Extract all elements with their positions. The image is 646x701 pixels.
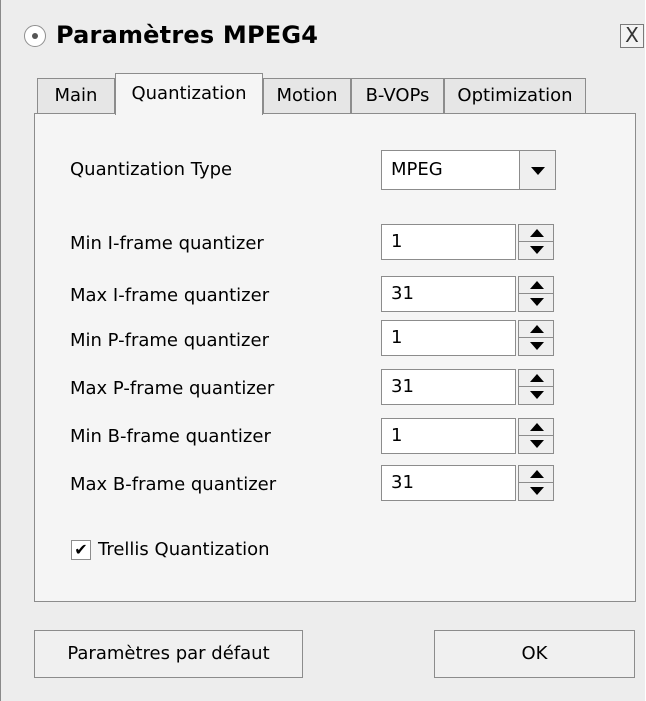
window-title: Paramètres MPEG4 <box>56 21 319 49</box>
min-i-frame-input[interactable]: 1 <box>381 224 516 260</box>
quantization-type-label: Quantization Type <box>70 159 233 180</box>
spin-down-icon[interactable] <box>518 242 554 260</box>
close-button[interactable]: X <box>620 24 644 48</box>
tab-motion[interactable]: Motion <box>263 78 351 113</box>
mpeg4-settings-dialog: Paramètres MPEG4 X Main Quantization Mot… <box>0 0 645 701</box>
trellis-checkbox[interactable]: ✔ <box>71 540 91 560</box>
max-i-frame-label: Max I-frame quantizer <box>70 285 270 306</box>
spin-down-icon[interactable] <box>518 483 554 501</box>
title-bar: Paramètres MPEG4 X <box>1 18 646 70</box>
min-p-frame-spinner[interactable] <box>518 320 554 356</box>
tab-b-vops[interactable]: B-VOPs <box>351 78 444 113</box>
spin-up-icon[interactable] <box>518 465 554 483</box>
spin-up-icon[interactable] <box>518 320 554 338</box>
spin-down-icon[interactable] <box>518 294 554 312</box>
max-p-frame-input[interactable]: 31 <box>381 369 516 405</box>
quantization-type-select[interactable]: MPEG <box>381 150 556 190</box>
max-p-frame-label: Max P-frame quantizer <box>70 378 275 399</box>
chevron-down-icon[interactable] <box>519 151 555 189</box>
min-b-frame-label: Min B-frame quantizer <box>70 426 271 447</box>
max-b-frame-spinner[interactable] <box>518 465 554 501</box>
max-i-frame-input[interactable]: 31 <box>381 276 516 312</box>
tab-main[interactable]: Main <box>37 78 115 113</box>
defaults-button[interactable]: Paramètres par défaut <box>34 630 303 678</box>
min-i-frame-spinner[interactable] <box>518 224 554 260</box>
tab-optimization[interactable]: Optimization <box>444 78 586 113</box>
ok-button[interactable]: OK <box>434 630 635 678</box>
min-b-frame-spinner[interactable] <box>518 418 554 454</box>
spin-up-icon[interactable] <box>518 418 554 436</box>
min-p-frame-label: Min P-frame quantizer <box>70 330 269 351</box>
min-b-frame-input[interactable]: 1 <box>381 418 516 454</box>
spin-down-icon[interactable] <box>518 387 554 405</box>
quantization-type-value: MPEG <box>391 159 443 180</box>
spin-up-icon[interactable] <box>518 369 554 387</box>
min-p-frame-input[interactable]: 1 <box>381 320 516 356</box>
spin-down-icon[interactable] <box>518 338 554 356</box>
window-menu-icon[interactable] <box>24 25 46 47</box>
max-i-frame-spinner[interactable] <box>518 276 554 312</box>
spin-up-icon[interactable] <box>518 224 554 242</box>
max-b-frame-input[interactable]: 31 <box>381 465 516 501</box>
min-i-frame-label: Min I-frame quantizer <box>70 233 264 254</box>
spin-up-icon[interactable] <box>518 276 554 294</box>
spin-down-icon[interactable] <box>518 436 554 454</box>
max-p-frame-spinner[interactable] <box>518 369 554 405</box>
trellis-label: Trellis Quantization <box>98 539 270 560</box>
max-b-frame-label: Max B-frame quantizer <box>70 474 277 495</box>
tab-quantization[interactable]: Quantization <box>115 73 263 115</box>
